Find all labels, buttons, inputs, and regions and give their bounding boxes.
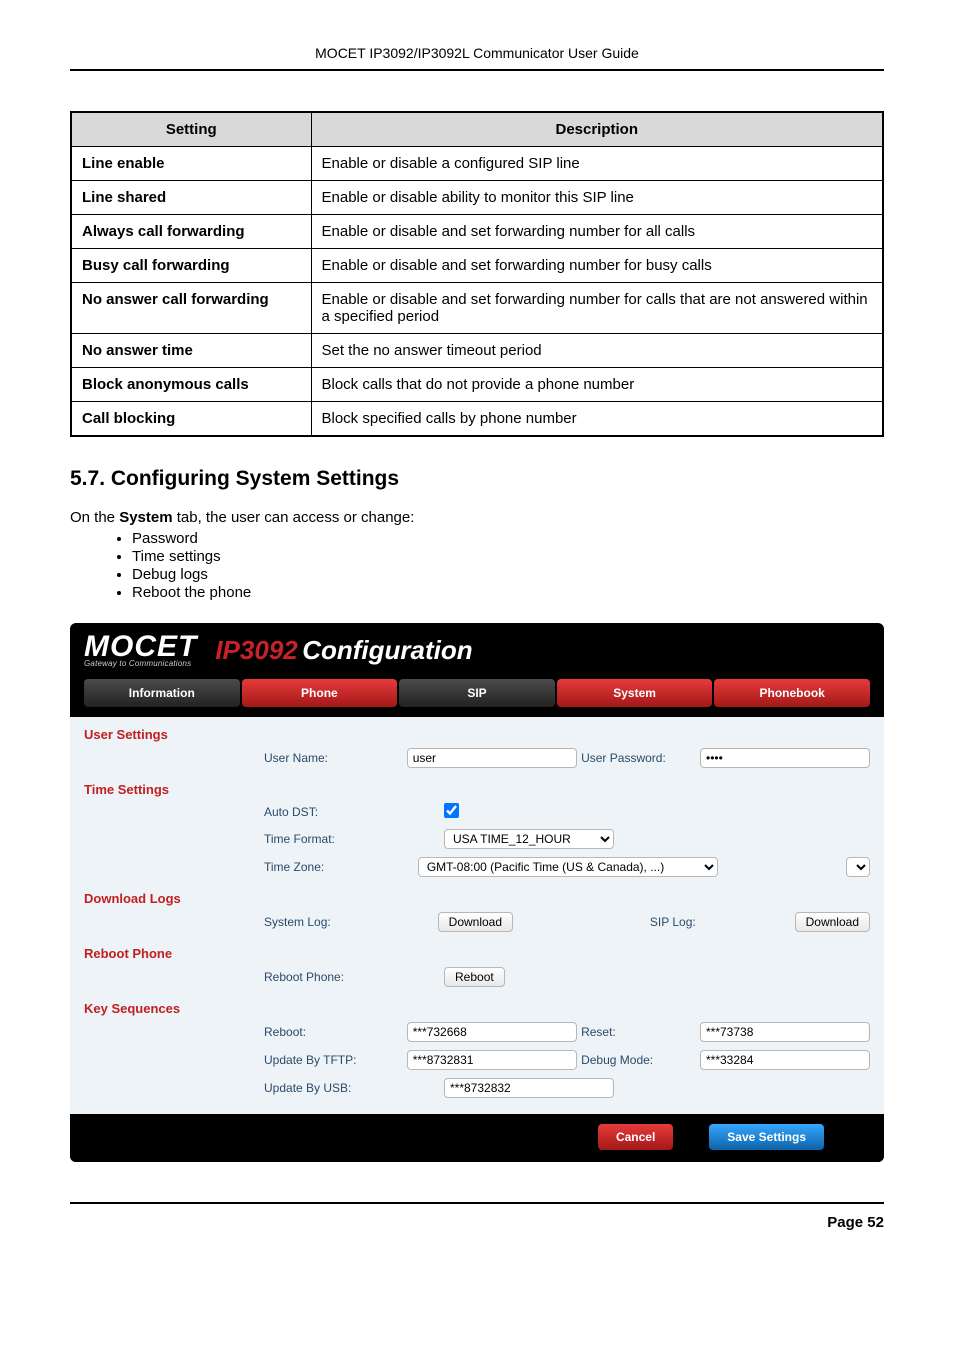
button-download-siplog[interactable]: Download [795,912,870,932]
checkbox-autodst[interactable] [444,803,459,818]
tab-phonebook[interactable]: Phonebook [714,679,870,707]
label-systemlog: System Log: [264,915,438,929]
setting-desc: Enable or disable ability to monitor thi… [311,181,883,215]
label-ks-tftp: Update By TFTP: [264,1053,407,1067]
setting-label: No answer call forwarding [71,283,311,334]
section-title: 5.7. Configuring System Settings [70,467,884,491]
select-timeformat[interactable]: USA TIME_12_HOUR [444,829,614,849]
table-row: Always call forwardingEnable or disable … [71,215,883,249]
label-userpassword: User Password: [581,751,700,765]
setting-label: Line enable [71,147,311,181]
input-ks-reset[interactable] [700,1022,870,1042]
table-row: Line sharedEnable or disable ability to … [71,181,883,215]
brand-conf: Configuration [302,635,472,665]
tab-phone[interactable]: Phone [242,679,398,707]
section-user-settings: User Settings [70,717,884,744]
tab-system[interactable]: System [557,679,713,707]
label-timeformat: Time Format: [264,832,444,846]
doc-header: MOCET IP3092/IP3092L Communicator User G… [70,45,884,71]
setting-desc: Set the no answer timeout period [311,334,883,368]
intro-bullets: Password Time settings Debug logs Reboot… [132,530,884,601]
input-ks-debug[interactable] [700,1050,870,1070]
button-reboot[interactable]: Reboot [444,967,505,987]
section-key-sequences: Key Sequences [70,991,884,1018]
table-row: Block anonymous callsBlock calls that do… [71,368,883,402]
section-download-logs: Download Logs [70,881,884,908]
brand-logo: MOCET Gateway to Communications [84,633,197,667]
setting-desc: Enable or disable and set forwarding num… [311,283,883,334]
label-rebootphone: Reboot Phone: [264,970,444,984]
logo-sub: Gateway to Communications [84,660,197,667]
setting-label: Line shared [71,181,311,215]
config-panel: MOCET Gateway to Communications IP3092 C… [70,623,884,1162]
input-ks-usb[interactable] [444,1078,614,1098]
label-timezone: Time Zone: [264,860,418,874]
label-ks-reset: Reset: [581,1025,700,1039]
bullet-item: Debug logs [132,566,884,583]
setting-desc: Enable or disable and set forwarding num… [311,215,883,249]
setting-desc: Enable or disable a configured SIP line [311,147,883,181]
bullet-item: Password [132,530,884,547]
table-row: Line enableEnable or disable a configure… [71,147,883,181]
setting-label: Call blocking [71,402,311,437]
tab-information[interactable]: Information [84,679,240,707]
bullet-item: Reboot the phone [132,584,884,601]
label-autodst: Auto DST: [264,805,444,819]
tab-sip[interactable]: SIP [399,679,555,707]
table-row: No answer call forwardingEnable or disab… [71,283,883,334]
page-footer: Page 52 [70,1202,884,1231]
intro-text: On the System tab, the user can access o… [70,509,884,526]
col-setting: Setting [71,112,311,147]
table-row: Busy call forwardingEnable or disable an… [71,249,883,283]
setting-label: Block anonymous calls [71,368,311,402]
section-reboot-phone: Reboot Phone [70,936,884,963]
table-row: Call blockingBlock specified calls by ph… [71,402,883,437]
label-username: User Name: [264,751,407,765]
label-ks-usb: Update By USB: [264,1081,444,1095]
setting-label: Always call forwarding [71,215,311,249]
button-download-systemlog[interactable]: Download [438,912,513,932]
input-ks-tftp[interactable] [407,1050,577,1070]
input-username[interactable] [407,748,577,768]
select-timezone[interactable]: GMT-08:00 (Pacific Time (US & Canada), .… [418,857,718,877]
logo-main: MOCET [84,633,197,660]
select-timezone-extra[interactable] [846,857,870,877]
label-siplog: SIP Log: [650,915,795,929]
setting-label: Busy call forwarding [71,249,311,283]
setting-desc: Block calls that do not provide a phone … [311,368,883,402]
setting-desc: Block specified calls by phone number [311,402,883,437]
setting-desc: Enable or disable and set forwarding num… [311,249,883,283]
label-ks-debug: Debug Mode: [581,1053,700,1067]
brand-model: IP3092 [215,635,297,665]
section-time-settings: Time Settings [70,772,884,799]
bullet-item: Time settings [132,548,884,565]
label-ks-reboot: Reboot: [264,1025,407,1039]
button-save-settings[interactable]: Save Settings [709,1124,824,1150]
settings-table: Setting Description Line enableEnable or… [70,111,884,437]
tab-bar: Information Phone SIP System Phonebook [70,673,884,717]
input-ks-reboot[interactable] [407,1022,577,1042]
button-cancel[interactable]: Cancel [598,1124,673,1150]
col-description: Description [311,112,883,147]
input-userpassword[interactable] [700,748,870,768]
setting-label: No answer time [71,334,311,368]
table-row: No answer timeSet the no answer timeout … [71,334,883,368]
